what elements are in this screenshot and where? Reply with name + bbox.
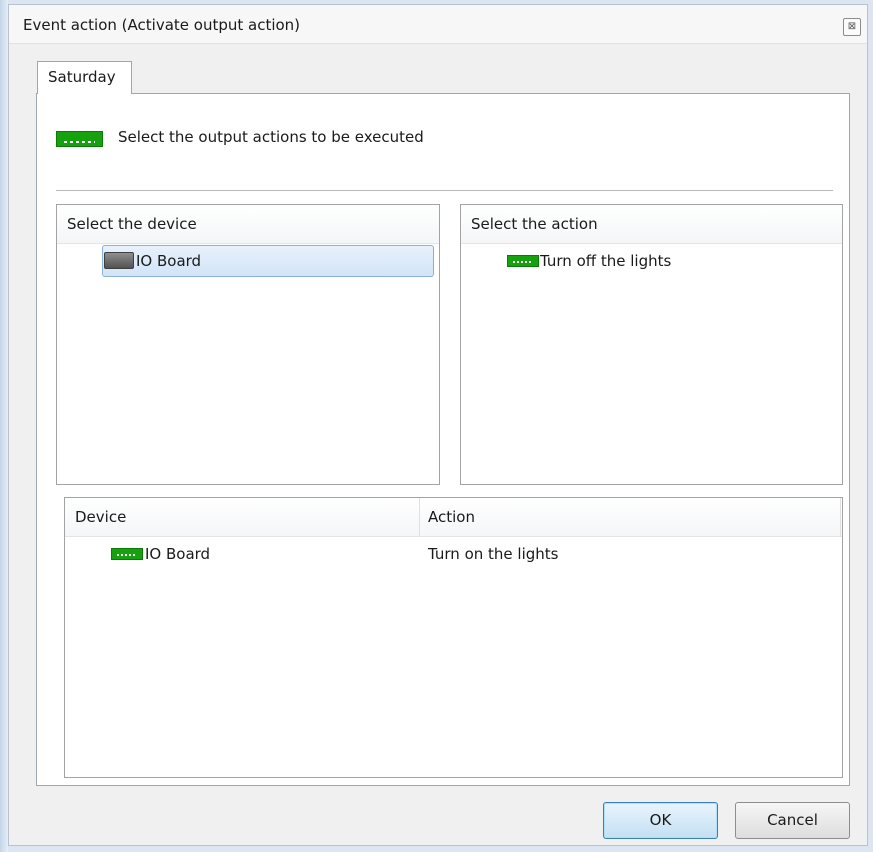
device-column-header[interactable]: Device xyxy=(75,508,126,526)
tab-panel: Select the output actions to be executed… xyxy=(36,93,850,786)
title-bar[interactable]: Event action (Activate output action) ⊠ xyxy=(9,5,867,44)
io-board-icon xyxy=(104,252,134,269)
tab-saturday[interactable]: Saturday xyxy=(37,61,132,94)
device-list[interactable]: Select the device IO Board xyxy=(56,204,440,485)
action-list-header: Select the action xyxy=(461,205,842,244)
dialog-window: Event action (Activate output action) ⊠ … xyxy=(8,4,868,846)
divider xyxy=(56,190,833,191)
column-separator[interactable] xyxy=(419,498,420,536)
table-row[interactable]: IO Board Turn on the lights xyxy=(65,538,842,570)
output-action-icon xyxy=(111,548,143,560)
action-list[interactable]: Select the action Turn off the lights xyxy=(460,204,843,485)
window-title: Event action (Activate output action) xyxy=(23,16,301,34)
ok-button[interactable]: OK xyxy=(603,802,718,839)
list-item-label: Turn off the lights xyxy=(540,252,672,270)
action-column-header[interactable]: Action xyxy=(428,508,475,526)
window-frame-edge xyxy=(0,0,8,852)
column-separator[interactable] xyxy=(840,498,841,536)
device-list-header: Select the device xyxy=(57,205,439,244)
instruction-text: Select the output actions to be executed xyxy=(118,128,424,146)
row-device: IO Board xyxy=(145,545,211,563)
device-column-header[interactable]: Select the device xyxy=(67,215,197,233)
list-item-io-board[interactable]: IO Board xyxy=(102,245,434,277)
cancel-button[interactable]: Cancel xyxy=(735,802,850,839)
list-item-label: IO Board xyxy=(136,252,202,270)
tab-label: Saturday xyxy=(48,68,116,86)
assignment-list-header: Device Action xyxy=(65,498,842,537)
output-action-icon xyxy=(507,255,539,267)
action-column-header[interactable]: Select the action xyxy=(471,215,598,233)
close-icon[interactable]: ⊠ xyxy=(843,18,861,36)
row-action: Turn on the lights xyxy=(428,545,559,563)
list-item-turn-off-lights[interactable]: Turn off the lights xyxy=(501,245,831,277)
output-action-icon xyxy=(56,131,103,147)
assignment-list[interactable]: Device Action IO Board Turn on the light… xyxy=(64,497,843,778)
